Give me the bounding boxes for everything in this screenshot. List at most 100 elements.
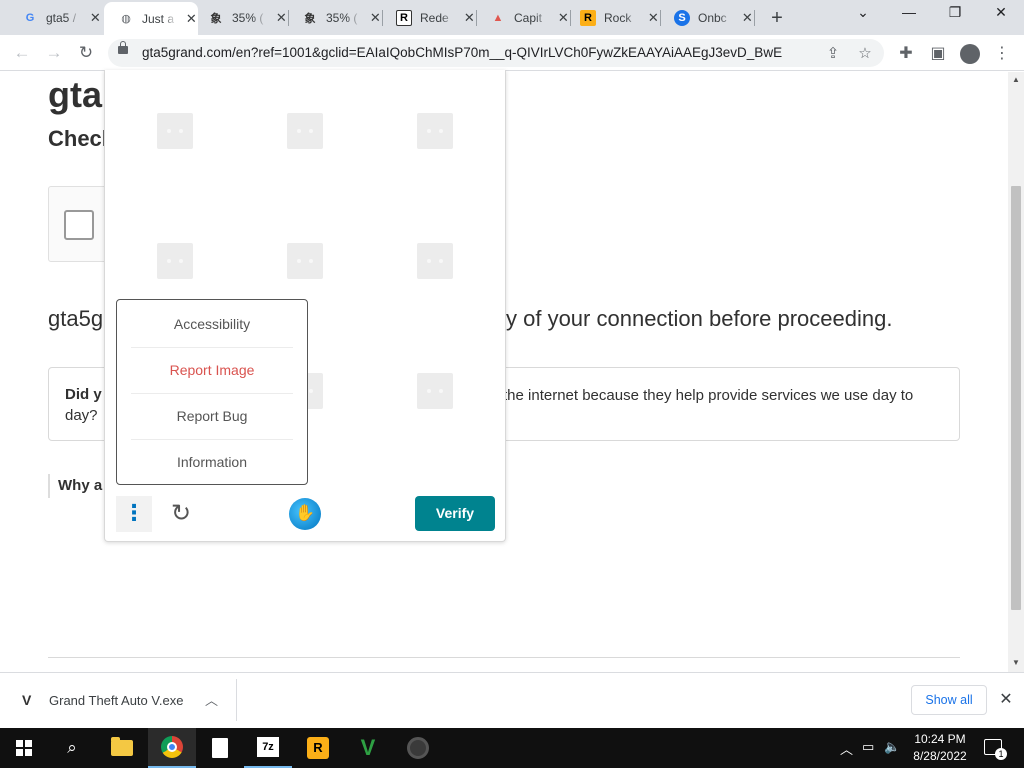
info-text: the internet because they help provide s… xyxy=(503,387,914,404)
windows-icon xyxy=(16,740,32,756)
folder-icon xyxy=(111,737,133,756)
tab-strip: G gta5 / ✕ ◍ Just a ✕ 象 35% ( ✕ 象 35% ( … xyxy=(0,0,1024,35)
gta-v-taskbar-button[interactable]: V xyxy=(344,728,392,768)
tab-title: Rock xyxy=(604,10,632,25)
close-window-button[interactable]: ✕ xyxy=(978,4,1024,21)
paragraph-right: y of your connection before proceeding. xyxy=(506,306,893,331)
download-separator xyxy=(236,679,237,721)
download-file-name[interactable]: Grand Theft Auto V.exe xyxy=(49,693,183,708)
challenge-image-tile[interactable] xyxy=(417,243,453,279)
search-icon[interactable]: ⌕ xyxy=(48,728,96,768)
extensions-icon[interactable]: ✚ xyxy=(896,43,916,63)
tab-4[interactable]: R Rede ✕ xyxy=(382,4,477,31)
tab-0[interactable]: G gta5 / ✕ xyxy=(8,4,102,31)
rockstar-icon: R xyxy=(396,9,412,26)
translate-icon: 象 xyxy=(210,12,222,25)
close-tab-icon[interactable]: ✕ xyxy=(275,10,288,26)
tab-5[interactable]: ▲ Capit ✕ xyxy=(476,4,571,31)
notification-center-icon[interactable]: 1 xyxy=(984,739,1007,760)
menu-item-accessibility[interactable]: Accessibility xyxy=(127,301,297,347)
start-button[interactable] xyxy=(0,728,48,768)
show-all-button[interactable]: Show all xyxy=(911,685,987,715)
challenge-image-tile[interactable] xyxy=(417,373,453,409)
file-explorer-button[interactable] xyxy=(98,728,146,768)
menu-item-report-image[interactable]: Report Image xyxy=(127,347,297,393)
restore-button[interactable]: ❐ xyxy=(932,4,978,21)
menu-item-information[interactable]: Information xyxy=(127,439,297,485)
game-taskbar-button[interactable] xyxy=(394,728,442,768)
tab-6[interactable]: R Rock ✕ xyxy=(566,4,661,31)
system-clock[interactable]: 10:24 PM 8/28/2022 xyxy=(905,731,975,765)
scroll-down-arrow-icon[interactable]: ▼ xyxy=(1011,658,1021,667)
why-section-toggle[interactable]: Why a xyxy=(48,474,102,498)
close-tab-icon[interactable]: ✕ xyxy=(89,10,102,26)
menu-item-report-bug[interactable]: Report Bug xyxy=(127,393,297,439)
bookmark-star-icon[interactable]: ☆ xyxy=(856,44,874,62)
rockstar-launcher-button[interactable]: R xyxy=(294,728,342,768)
challenge-image-tile[interactable] xyxy=(287,243,323,279)
chrome-icon xyxy=(161,736,183,758)
tab-1-active[interactable]: ◍ Just a ✕ xyxy=(104,2,198,35)
gta-v-file-icon: V xyxy=(22,692,32,708)
clock-time: 10:24 PM xyxy=(914,732,966,746)
tire-icon xyxy=(407,737,429,759)
tab-title: Rede xyxy=(420,10,449,25)
7zip-taskbar-button[interactable]: 7z xyxy=(244,728,292,768)
share-icon[interactable]: ⇪ xyxy=(824,44,842,62)
reload-button[interactable]: ↻ xyxy=(74,41,98,65)
scroll-up-arrow-icon[interactable]: ▲ xyxy=(1011,75,1021,84)
gta-v-icon: V xyxy=(360,735,376,760)
capital-icon: ▲ xyxy=(492,11,504,24)
lock-icon[interactable] xyxy=(118,41,128,54)
close-download-bar-icon[interactable]: ✕ xyxy=(997,689,1015,709)
minimize-button[interactable]: — xyxy=(886,4,932,20)
tab-search-icon[interactable]: ⌄ xyxy=(840,4,886,21)
windows-taskbar: ⌕ 7z R V ︿ ▭ 🔈 10:24 PM 8/28/2022 1 xyxy=(0,728,1024,768)
challenge-image-tile[interactable] xyxy=(287,113,323,149)
close-tab-icon[interactable]: ✕ xyxy=(741,10,754,26)
close-tab-icon[interactable]: ✕ xyxy=(647,10,660,26)
chrome-taskbar-button[interactable] xyxy=(148,728,196,768)
page-scrollbar[interactable]: ▲ ▼ xyxy=(1008,72,1024,672)
hcaptcha-logo-icon[interactable]: ✋ xyxy=(289,498,321,530)
address-bar[interactable]: gta5grand.com/en?ref=1001&gclid=EAIaIQob… xyxy=(108,39,884,67)
show-hidden-icons-icon[interactable]: ︿ xyxy=(840,739,853,758)
tab-3[interactable]: 象 35% ( ✕ xyxy=(288,4,383,31)
notepad-taskbar-button[interactable] xyxy=(196,728,244,768)
tab-7[interactable]: S Onbc ✕ xyxy=(660,4,755,31)
back-button[interactable]: ← xyxy=(10,41,34,65)
close-tab-icon[interactable]: ✕ xyxy=(369,10,382,26)
document-icon xyxy=(212,738,228,758)
tab-title: 35% ( xyxy=(326,10,358,25)
refresh-challenge-icon[interactable]: ↻ xyxy=(163,496,199,532)
side-panel-icon[interactable]: ▣ xyxy=(928,43,948,63)
paragraph-left: gta5g xyxy=(48,306,104,331)
page-title: gta xyxy=(48,74,102,115)
network-icon[interactable]: ▭ xyxy=(862,739,874,755)
new-tab-button[interactable]: + xyxy=(766,7,788,30)
tab-separator xyxy=(754,10,755,26)
verify-button[interactable]: Verify xyxy=(415,496,495,531)
challenge-image-tile[interactable] xyxy=(157,113,193,149)
tab-title: Just a xyxy=(142,11,175,26)
divider xyxy=(48,657,960,658)
challenge-image-tile[interactable] xyxy=(417,113,453,149)
url-text[interactable]: gta5grand.com/en?ref=1001&gclid=EAIaIQob… xyxy=(142,45,792,60)
close-tab-icon[interactable]: ✕ xyxy=(463,10,476,26)
captcha-checkbox[interactable] xyxy=(64,210,94,240)
volume-icon[interactable]: 🔈 xyxy=(884,739,900,755)
menu-kebab-icon[interactable]: ⋮ xyxy=(992,43,1012,63)
challenge-image-tile[interactable] xyxy=(157,243,193,279)
tab-title: Capit xyxy=(514,10,543,25)
chevron-up-icon[interactable]: ︿ xyxy=(205,690,218,709)
notification-count-badge: 1 xyxy=(995,748,1007,760)
scrollbar-thumb[interactable] xyxy=(1011,186,1021,610)
profile-avatar[interactable] xyxy=(960,44,980,64)
captcha-menu-button[interactable]: ⋮ xyxy=(116,496,152,532)
screen: G gta5 / ✕ ◍ Just a ✕ 象 35% ( ✕ 象 35% ( … xyxy=(0,0,1024,768)
download-bar: V Grand Theft Auto V.exe ︿ Show all ✕ xyxy=(0,672,1024,728)
forward-button[interactable]: → xyxy=(42,41,66,65)
7zip-icon: 7z xyxy=(257,737,279,757)
info-question: Did y xyxy=(65,386,102,403)
tab-2[interactable]: 象 35% ( ✕ xyxy=(194,4,289,31)
